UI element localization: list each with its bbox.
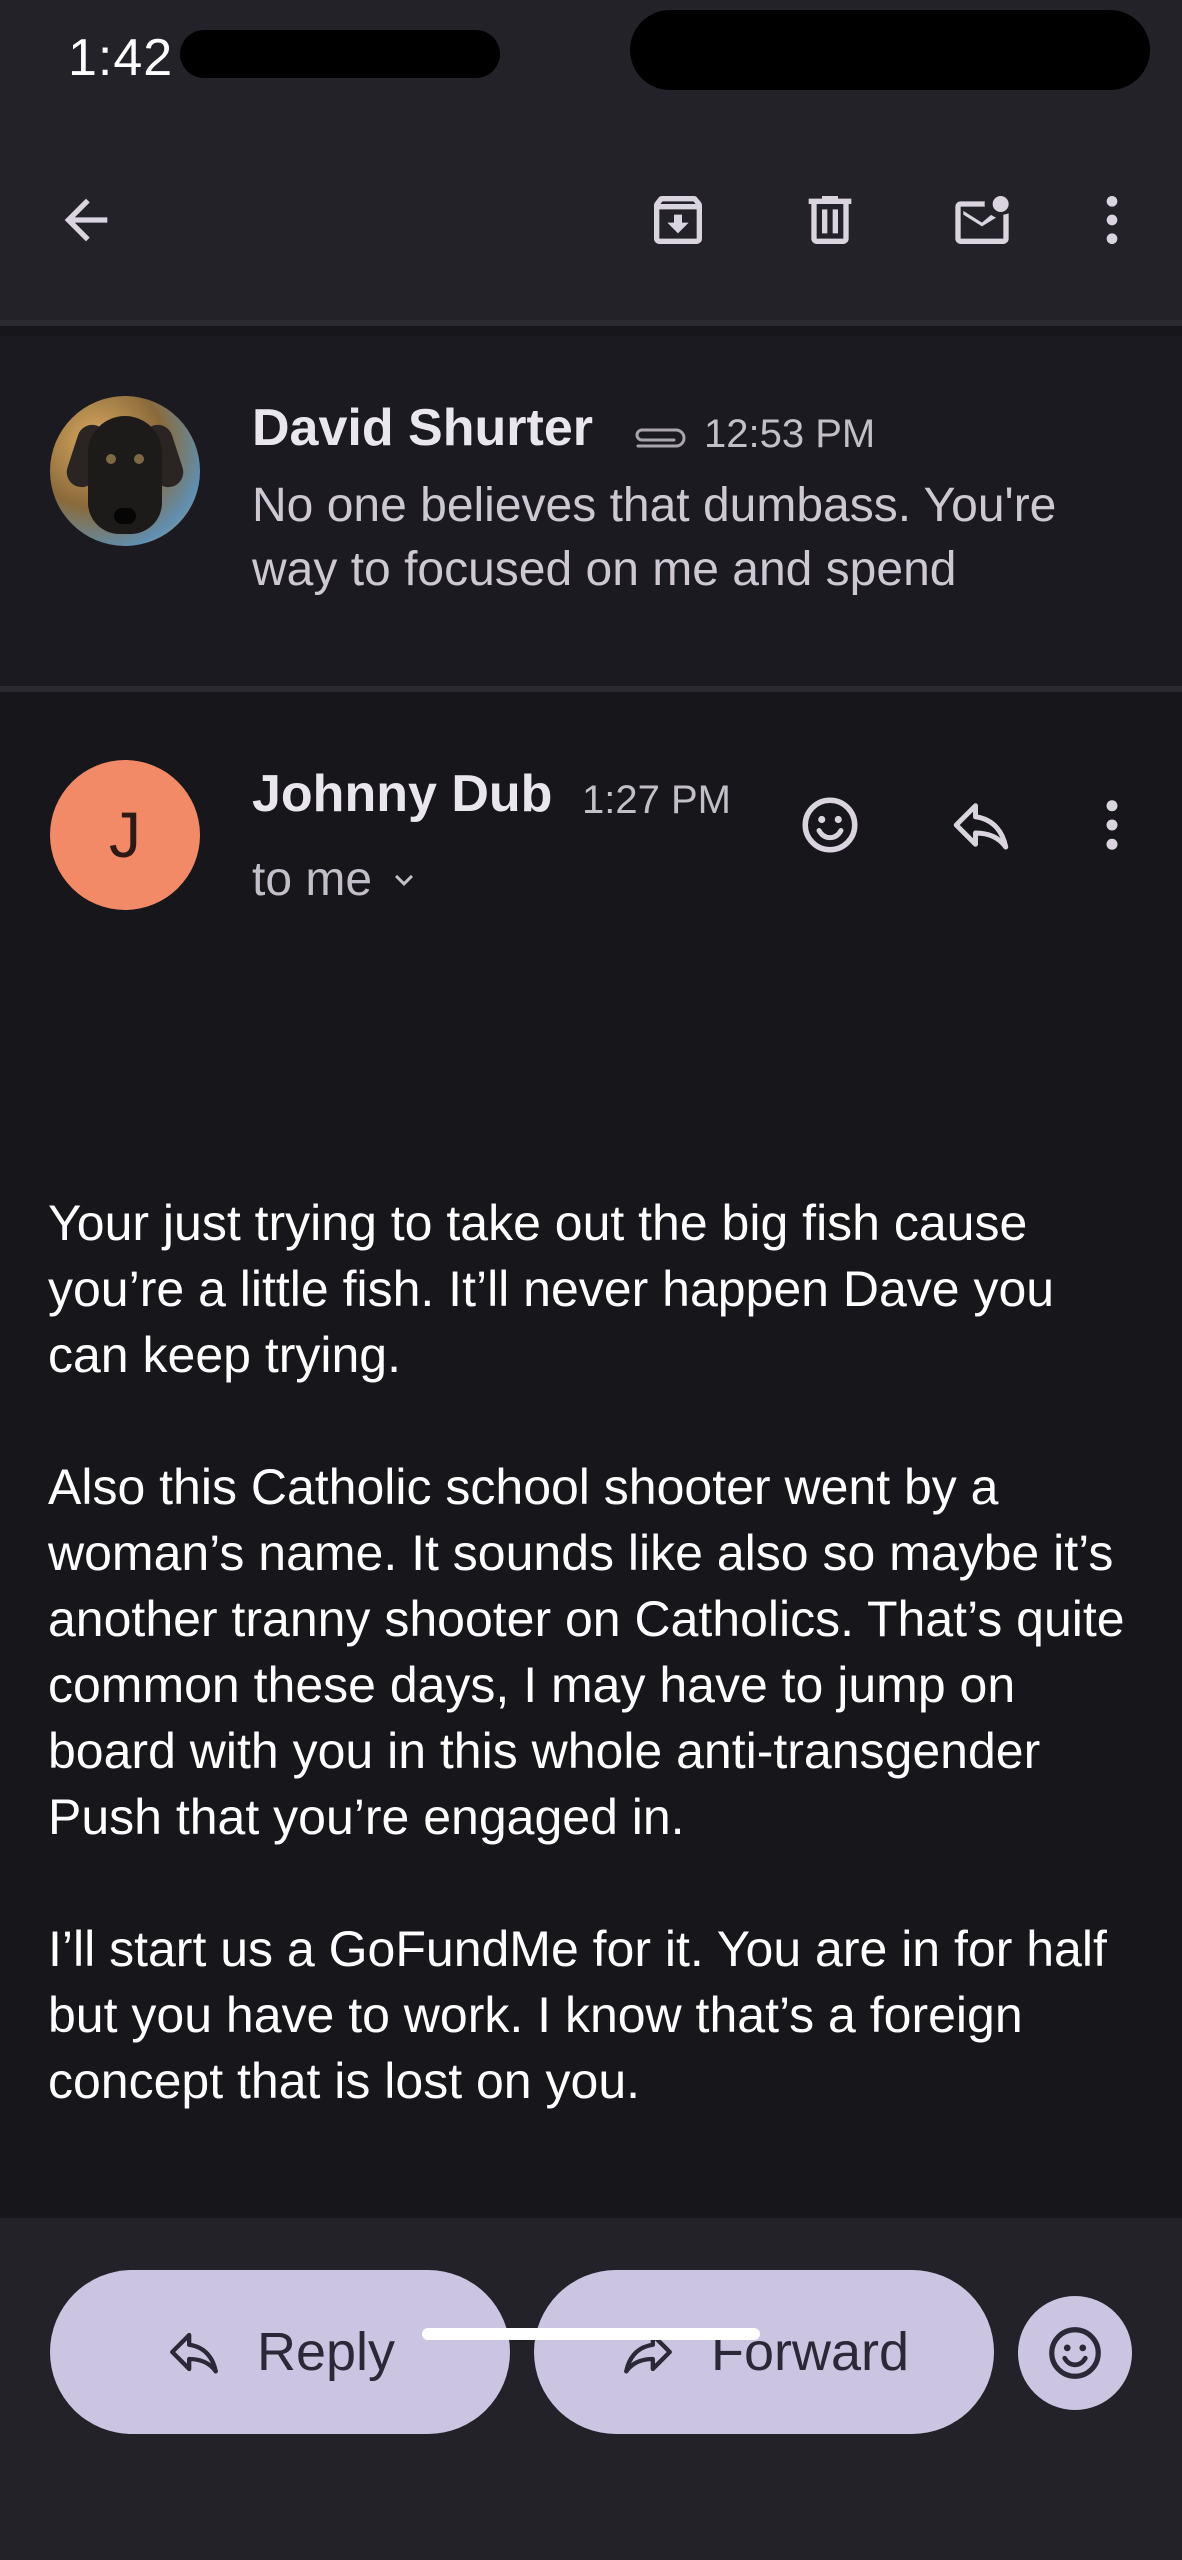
mark-unread-icon: [955, 196, 1009, 244]
more-vert-icon: [1106, 800, 1118, 850]
previous-message-snippet: No one believes that dumbass. You're way…: [252, 479, 1057, 596]
message-more-button[interactable]: [1067, 780, 1157, 870]
previous-sender-name: David Shurter: [252, 399, 593, 457]
message-time: 1:27 PM: [582, 778, 731, 822]
status-bar: 1:42: [0, 0, 1182, 120]
previous-message-time: 12:53 PM: [704, 412, 876, 456]
body-paragraph: Also this Catholic school shooter went b…: [48, 1459, 1125, 1845]
reply-icon: [170, 2332, 218, 2374]
avatar-dog-eye: [106, 454, 116, 464]
recipient-label: to me: [252, 853, 373, 906]
add-reaction-button[interactable]: [785, 780, 875, 870]
redaction-mark: [180, 30, 500, 78]
reply-label: Reply: [256, 2322, 396, 2382]
sender-avatar-photo: [50, 396, 200, 546]
reply-icon: [953, 803, 1009, 850]
trash-icon: [808, 196, 852, 244]
arrow-back-icon: [64, 198, 108, 242]
avatar-dog-nose: [114, 508, 136, 524]
attachment-icon: [635, 428, 686, 448]
emoji-icon: [1049, 2327, 1101, 2379]
archive-button[interactable]: [636, 178, 720, 262]
sender-avatar[interactable]: J: [50, 760, 200, 910]
forward-button[interactable]: Forward: [534, 2270, 994, 2434]
email-screen: 1:42 David Shurter 12:53 PM No one belie…: [0, 0, 1182, 2560]
message-body: Your just trying to take out the big fis…: [48, 1190, 1148, 2180]
reply-icon-button[interactable]: [936, 780, 1026, 870]
more-options-button[interactable]: [1070, 178, 1154, 262]
avatar-dog-eye: [134, 454, 144, 464]
collapsed-message[interactable]: David Shurter 12:53 PM No one believes t…: [0, 336, 1182, 692]
archive-icon: [654, 196, 702, 244]
reply-button[interactable]: Reply: [50, 2270, 510, 2434]
toolbar: [0, 120, 1182, 326]
recipient-details-toggle[interactable]: to me: [252, 852, 422, 907]
status-time: 1:42: [68, 29, 174, 87]
react-button[interactable]: [1018, 2296, 1132, 2410]
mark-unread-button[interactable]: [940, 178, 1024, 262]
home-indicator[interactable]: [422, 2328, 760, 2340]
body-paragraph: Your just trying to take out the big fis…: [48, 1195, 1055, 1383]
more-vert-icon: [1106, 196, 1118, 244]
sender-name: Johnny Dub: [252, 765, 553, 823]
chevron-down-icon: [395, 874, 414, 886]
emoji-icon: [802, 797, 858, 853]
body-paragraph: I’ll start us a GoFundMe for it. You are…: [48, 1921, 1107, 2109]
redaction-mark: [630, 10, 1150, 90]
back-button[interactable]: [44, 178, 128, 262]
delete-button[interactable]: [788, 178, 872, 262]
bottom-action-bar: Reply Forward: [0, 2218, 1182, 2560]
